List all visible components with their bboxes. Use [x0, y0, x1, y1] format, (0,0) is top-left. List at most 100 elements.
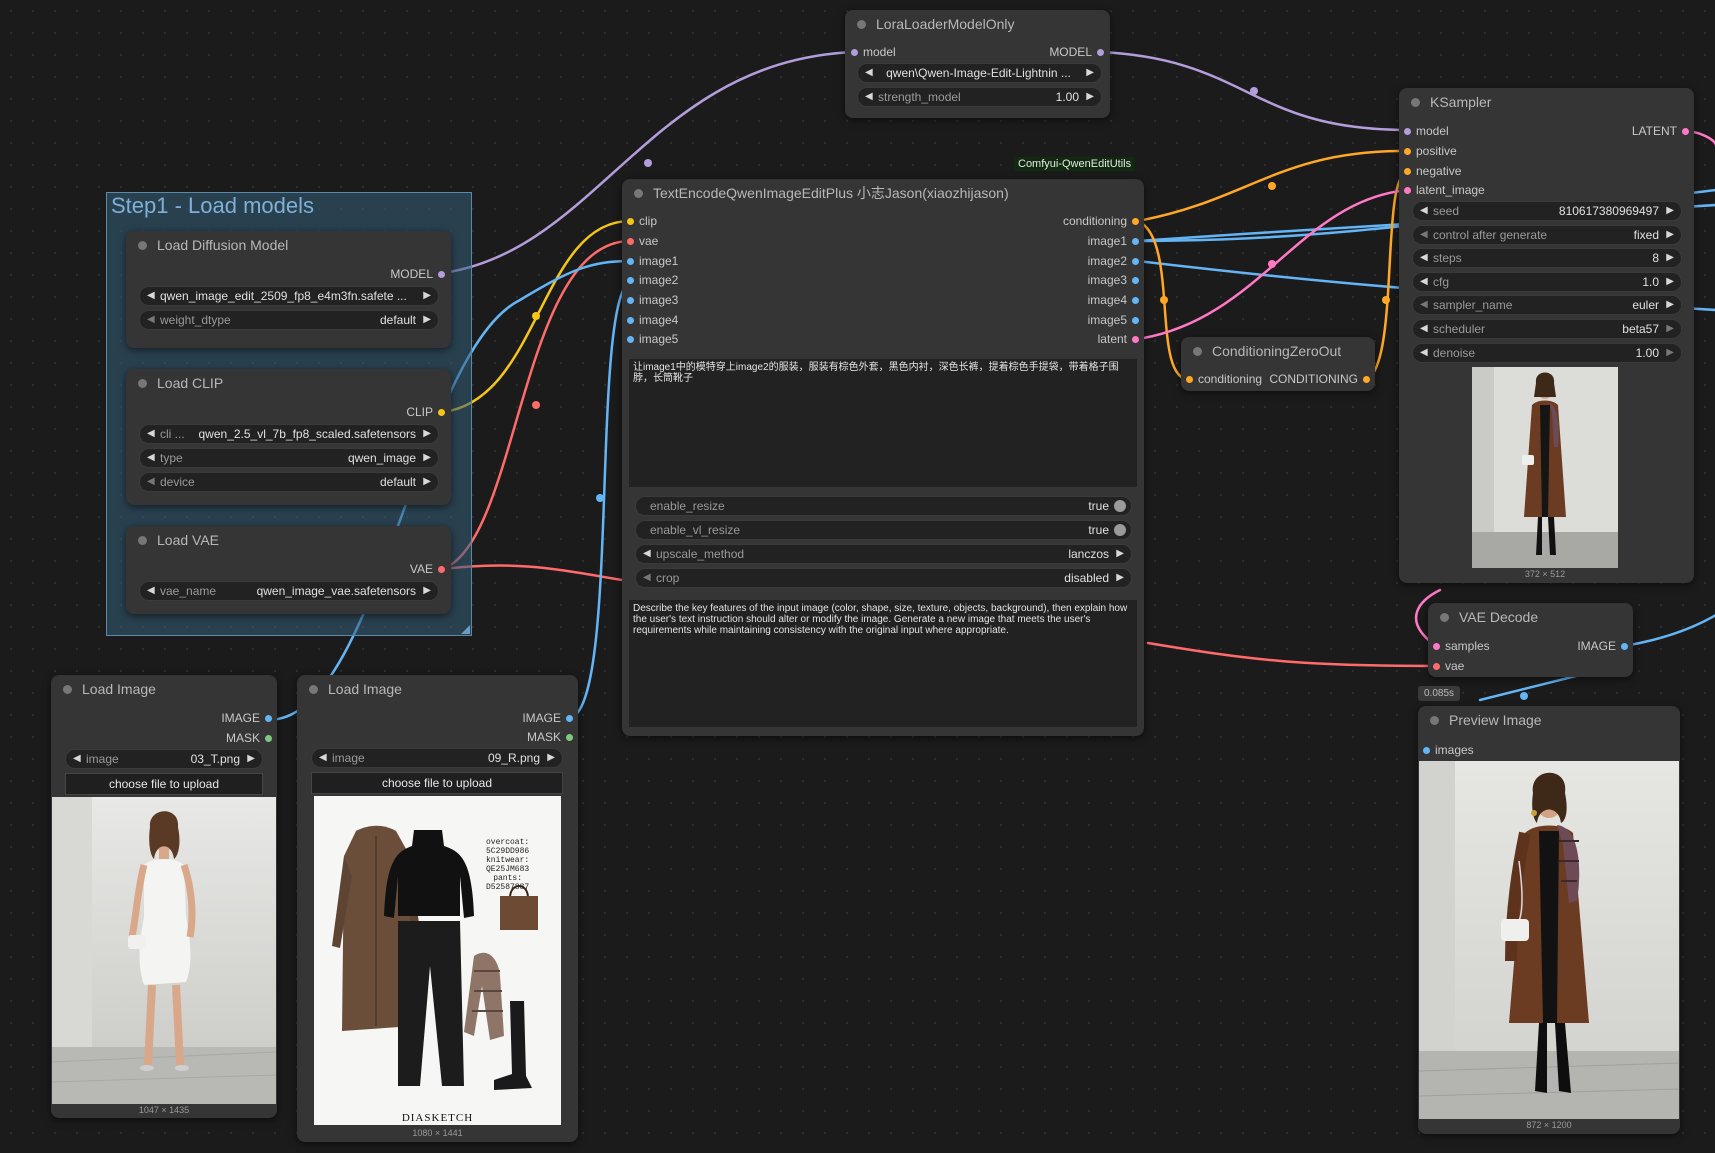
node-load-vae[interactable]: Load VAE VAE ◀ vae_name qwen_image_vae.s… [126, 526, 451, 614]
toggle-knob[interactable] [1114, 500, 1126, 512]
output-conditioning[interactable]: CONDITIONING [1269, 372, 1370, 386]
output-pin[interactable] [1132, 297, 1139, 304]
input-pin[interactable] [627, 218, 634, 225]
output-pin[interactable] [1132, 336, 1139, 343]
node-header[interactable]: Load Diffusion Model [126, 231, 451, 259]
output-image5[interactable]: image5 [1088, 313, 1139, 327]
chevron-right-icon[interactable]: ▶ [1666, 296, 1674, 314]
output-image[interactable]: IMAGE [522, 711, 573, 725]
output-pin[interactable] [265, 735, 272, 742]
input-pin[interactable] [1404, 168, 1411, 175]
image-file-combo[interactable]: ◀ image 09_R.png ▶ [311, 748, 563, 768]
chevron-left-icon[interactable]: ◀ [865, 88, 873, 106]
chevron-left-icon[interactable]: ◀ [1420, 320, 1428, 338]
chevron-right-icon[interactable]: ▶ [1666, 226, 1674, 244]
chevron-left-icon[interactable]: ◀ [73, 750, 81, 768]
output-pin[interactable] [1132, 317, 1139, 324]
node-load-image-2[interactable]: Load Image IMAGE MASK ◀ image 09_R.png ▶… [297, 675, 578, 1142]
crop-combo[interactable]: ◀ crop disabled ▶ [635, 568, 1132, 588]
group-resize-handle[interactable] [461, 625, 470, 634]
input-pin[interactable] [851, 49, 858, 56]
output-pin[interactable] [1132, 277, 1139, 284]
output-image[interactable]: IMAGE [1577, 639, 1628, 653]
lora-name-combo[interactable]: ◀ qwen\Qwen-Image-Edit-Lightnin ... ▶ [857, 63, 1102, 83]
chevron-left-icon[interactable]: ◀ [1420, 226, 1428, 244]
input-image5[interactable]: image5 [627, 332, 678, 346]
upscale-method-combo[interactable]: ◀ upscale_method lanczos ▶ [635, 544, 1132, 564]
chevron-right-icon[interactable]: ▶ [423, 425, 431, 443]
chevron-right-icon[interactable]: ▶ [423, 287, 431, 305]
chevron-left-icon[interactable]: ◀ [147, 425, 155, 443]
input-negative[interactable]: negative [1404, 164, 1461, 178]
chevron-left-icon[interactable]: ◀ [147, 287, 155, 305]
output-clip[interactable]: CLIP [406, 405, 445, 419]
input-pin[interactable] [627, 297, 634, 304]
chevron-left-icon[interactable]: ◀ [1420, 344, 1428, 362]
output-pin[interactable] [1132, 258, 1139, 265]
chevron-left-icon[interactable]: ◀ [147, 582, 155, 600]
image-file-combo[interactable]: ◀ image 03_T.png ▶ [65, 749, 263, 769]
input-pin[interactable] [627, 317, 634, 324]
output-model[interactable]: MODEL [390, 267, 445, 281]
chevron-right-icon[interactable]: ▶ [1666, 344, 1674, 362]
output-image[interactable]: IMAGE [221, 711, 272, 725]
chevron-right-icon[interactable]: ▶ [1116, 545, 1124, 563]
chevron-right-icon[interactable]: ▶ [1666, 320, 1674, 338]
output-latent[interactable]: LATENT [1632, 124, 1689, 138]
node-header[interactable]: Load VAE [126, 526, 451, 554]
collapse-dot[interactable] [138, 535, 147, 545]
chevron-right-icon[interactable]: ▶ [1666, 273, 1674, 291]
input-pin[interactable] [1433, 643, 1440, 650]
collapse-dot[interactable] [1430, 715, 1439, 725]
output-pin[interactable] [265, 715, 272, 722]
input-conditioning[interactable]: conditioning [1186, 372, 1262, 386]
sampler-name-combo[interactable]: ◀ sampler_name euler ▶ [1412, 295, 1682, 315]
node-load-image-1[interactable]: Load Image IMAGE MASK ◀ image 03_T.png ▶… [51, 675, 277, 1118]
upload-button[interactable]: choose file to upload [311, 772, 563, 794]
strength-model-number[interactable]: ◀ strength_model 1.00 ▶ [857, 87, 1102, 107]
collapse-dot[interactable] [634, 188, 643, 198]
cfg-number[interactable]: ◀ cfg 1.0 ▶ [1412, 272, 1682, 292]
input-model[interactable]: model [1404, 124, 1449, 138]
toggle-knob[interactable] [1114, 524, 1126, 536]
output-model[interactable]: MODEL [1049, 45, 1104, 59]
steps-number[interactable]: ◀ steps 8 ▶ [1412, 248, 1682, 268]
output-mask[interactable]: MASK [527, 730, 573, 744]
collapse-dot[interactable] [309, 684, 318, 694]
collapse-dot[interactable] [1193, 346, 1202, 356]
input-image1[interactable]: image1 [627, 254, 678, 268]
node-header[interactable]: Load Image [297, 675, 578, 703]
output-image2[interactable]: image2 [1088, 254, 1139, 268]
node-load-diffusion-model[interactable]: Load Diffusion Model MODEL ◀ qwen_image_… [126, 231, 451, 348]
clip-type-combo[interactable]: ◀ type qwen_image ▶ [139, 448, 439, 468]
input-pin[interactable] [1404, 128, 1411, 135]
output-pin[interactable] [566, 715, 573, 722]
chevron-left-icon[interactable]: ◀ [147, 473, 155, 491]
output-pin[interactable] [438, 566, 445, 573]
node-header[interactable]: KSampler [1399, 88, 1694, 116]
node-header[interactable]: ConditioningZeroOut [1181, 337, 1375, 365]
collapse-dot[interactable] [857, 19, 866, 29]
chevron-right-icon[interactable]: ▶ [423, 311, 431, 329]
input-pin[interactable] [1404, 148, 1411, 155]
weight-dtype-combo[interactable]: ◀ weight_dtype default ▶ [139, 310, 439, 330]
node-header[interactable]: LoraLoaderModelOnly [845, 10, 1110, 38]
node-vae-decode[interactable]: VAE Decode samples vae IMAGE [1428, 603, 1633, 677]
upload-button[interactable]: choose file to upload [65, 773, 263, 795]
input-image3[interactable]: image3 [627, 293, 678, 307]
input-image2[interactable]: image2 [627, 273, 678, 287]
input-vae[interactable]: vae [627, 234, 658, 248]
input-positive[interactable]: positive [1404, 144, 1457, 158]
chevron-right-icon[interactable]: ▶ [1086, 88, 1094, 106]
chevron-right-icon[interactable]: ▶ [1666, 202, 1674, 220]
chevron-right-icon[interactable]: ▶ [547, 749, 555, 767]
chevron-right-icon[interactable]: ▶ [423, 473, 431, 491]
node-conditioning-zero-out[interactable]: ConditioningZeroOut conditioning CONDITI… [1181, 337, 1375, 391]
input-image4[interactable]: image4 [627, 313, 678, 327]
chevron-left-icon[interactable]: ◀ [1420, 249, 1428, 267]
output-image3[interactable]: image3 [1088, 273, 1139, 287]
input-pin[interactable] [1186, 376, 1193, 383]
prompt-textarea[interactable]: 让image1中的模特穿上image2的服装，服装有棕色外套，黑色内衬，深色长裤… [629, 359, 1137, 487]
node-header[interactable]: TextEncodeQwenImageEditPlus 小志Jason(xiao… [622, 179, 1144, 207]
node-header[interactable]: Preview Image [1418, 706, 1680, 734]
